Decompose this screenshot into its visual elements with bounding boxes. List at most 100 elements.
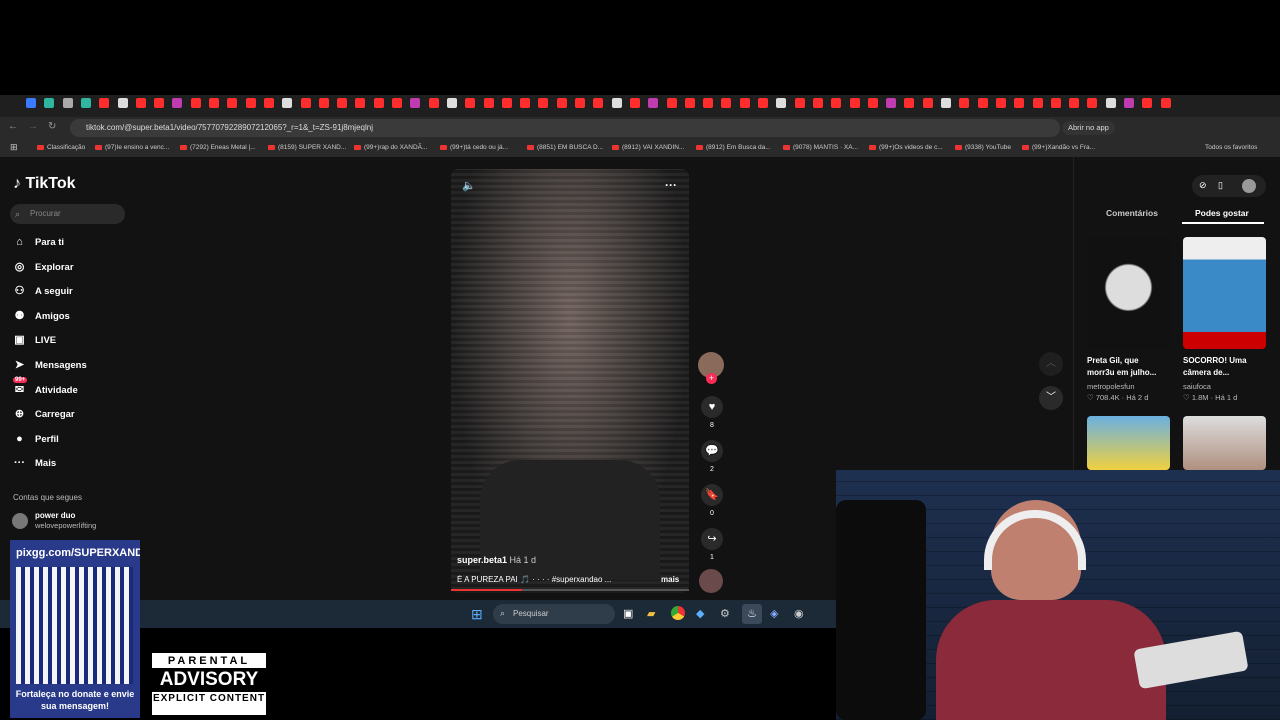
avatar[interactable] [12,513,28,529]
browser-tab[interactable] [26,98,36,108]
browser-tab[interactable] [190,98,201,108]
browser-tab[interactable] [666,98,677,108]
tiktok-logo[interactable]: ♪ TikTok [13,175,76,193]
bookmark-item[interactable]: (7292) Eneas Metal |... [180,144,256,151]
steam-icon[interactable]: ♨ [742,604,762,624]
browser-tab[interactable] [117,98,128,108]
browser-tab[interactable] [209,98,219,108]
browser-tab[interactable] [410,98,421,108]
folder-icon[interactable]: ▰ [647,607,655,620]
tab-comments[interactable]: Comentários [1106,208,1158,218]
user-avatar-icon[interactable] [1242,179,1256,193]
browser-tab[interactable] [995,98,1006,108]
search-input[interactable]: Procurar [10,204,125,224]
browser-tab[interactable] [739,98,750,108]
browser-tab[interactable] [300,98,311,108]
bookmark-item[interactable]: (8912) VAI XANDIN... [612,144,684,151]
browser-tab[interactable] [1124,98,1134,108]
browser-tab[interactable] [135,98,146,108]
bookmark-item[interactable]: (97)Ie ensino a venc... [95,144,169,151]
tab-suggested[interactable]: Podes gostar [1195,208,1249,218]
browser-tab[interactable] [355,98,366,108]
browser-tab[interactable] [337,98,348,108]
video-progress-bar[interactable] [451,589,689,591]
browser-tab[interactable] [721,98,732,108]
browser-tab[interactable] [867,98,878,108]
following-name[interactable]: power duo [35,511,75,520]
browser-tab[interactable] [575,98,585,108]
chrome-icon[interactable] [671,606,685,620]
apps-icon[interactable]: ⊞ [10,142,18,153]
browser-tab[interactable] [611,98,622,108]
browser-tab[interactable] [1014,98,1025,108]
browser-tab[interactable] [794,98,805,108]
back-icon[interactable]: ← [8,121,18,132]
browser-tab[interactable] [904,98,915,108]
browser-tab[interactable] [80,98,91,108]
browser-tab[interactable] [520,98,531,108]
all-favorites[interactable]: Todos os favoritos [1205,144,1257,151]
browser-tab[interactable] [886,98,897,108]
browser-tab[interactable] [684,98,695,108]
bookmark-item[interactable]: (8159) SUPER XAND... [268,144,346,151]
sidebar-item-mensagens[interactable]: ➤ Mensagens [13,359,87,372]
forward-icon[interactable]: → [28,121,38,132]
sidebar-item-mais[interactable]: ··· Mais [13,457,56,470]
caption-more-link[interactable]: mais [661,575,679,584]
save-button[interactable]: 🔖 0 [700,484,724,517]
browser-tab[interactable] [428,98,439,108]
url-field[interactable]: tiktok.com/@super.beta1/video/7577079228… [70,119,1060,137]
bookmark-item[interactable]: (99+)Xandão vs Fra... [1022,144,1095,151]
sidebar-item-carregar[interactable]: ⊕ Carregar [13,408,75,421]
like-button[interactable]: ♥ 8 [700,396,724,429]
sidebar-item-perfil[interactable]: ● Perfil [13,433,59,446]
browser-tab[interactable] [501,98,512,108]
browser-tab[interactable] [941,98,951,108]
browser-tab[interactable] [1069,98,1080,108]
compass-small-icon[interactable]: ⊘ [1199,180,1207,191]
suggested-author[interactable]: saiufoca [1183,382,1211,391]
browser-tab[interactable] [812,98,823,108]
app-icon[interactable]: ◆ [696,607,704,620]
bookmark-item[interactable]: (9078) MANTIS · XA... [783,144,858,151]
sidebar-item-a-seguir[interactable]: ⚇ A seguir [13,285,73,298]
suggested-thumbnail[interactable] [1183,416,1266,470]
bookmark-item[interactable]: (99+)rap do XANDÃ... [354,144,427,151]
comment-button[interactable]: 💬 2 [700,440,724,473]
bookmark-item[interactable]: (8912) Em Busca da... [696,144,771,151]
browser-tab[interactable] [172,98,183,108]
browser-tab[interactable] [776,98,787,108]
volume-icon[interactable]: 🔈 [462,179,476,192]
browser-tab[interactable] [483,98,494,108]
browser-tab[interactable] [99,98,110,108]
sidebar-item-live[interactable]: ▣ LIVE [13,334,56,347]
browser-tab[interactable] [1105,98,1116,108]
browser-tab[interactable] [629,98,640,108]
obs-icon[interactable]: ◉ [794,607,804,620]
browser-tab[interactable] [263,98,274,108]
browser-tab[interactable] [465,98,476,108]
browser-tab[interactable] [373,98,384,108]
suggested-title[interactable]: Preta Gil, que morr3u em julho... [1087,355,1167,379]
browser-tab[interactable] [538,98,549,108]
bookmark-item[interactable]: (99+)tá cedo ou já... [440,144,508,151]
browser-tab[interactable] [392,98,402,108]
suggested-thumbnail[interactable] [1183,237,1266,349]
sidebar-item-atividade[interactable]: ✉ Atividade 99+ [13,376,78,397]
windows-start-icon[interactable]: ⊞ [471,606,483,623]
next-video-button[interactable]: ﹀ [1039,386,1063,410]
task-view-icon[interactable]: ▣ [623,607,633,620]
share-button[interactable]: ↪ 1 [700,528,724,561]
bookmark-item[interactable]: (8851) EM BUSCA D... [527,144,603,151]
browser-tab[interactable] [245,98,256,108]
suggested-thumbnail[interactable] [1087,416,1170,470]
browser-tab[interactable] [648,98,659,108]
bookmark-item[interactable]: (99+)Os videos de c... [869,144,943,151]
browser-tab[interactable] [758,98,768,108]
more-options-icon[interactable]: ··· [665,178,677,192]
bookmark-item[interactable]: Classificação [37,144,85,151]
sidebar-item-explorar[interactable]: ◎ Explorar [13,261,74,274]
browser-tab[interactable] [849,98,860,108]
suggested-thumbnail[interactable] [1087,237,1170,349]
browser-tab[interactable] [227,98,238,108]
